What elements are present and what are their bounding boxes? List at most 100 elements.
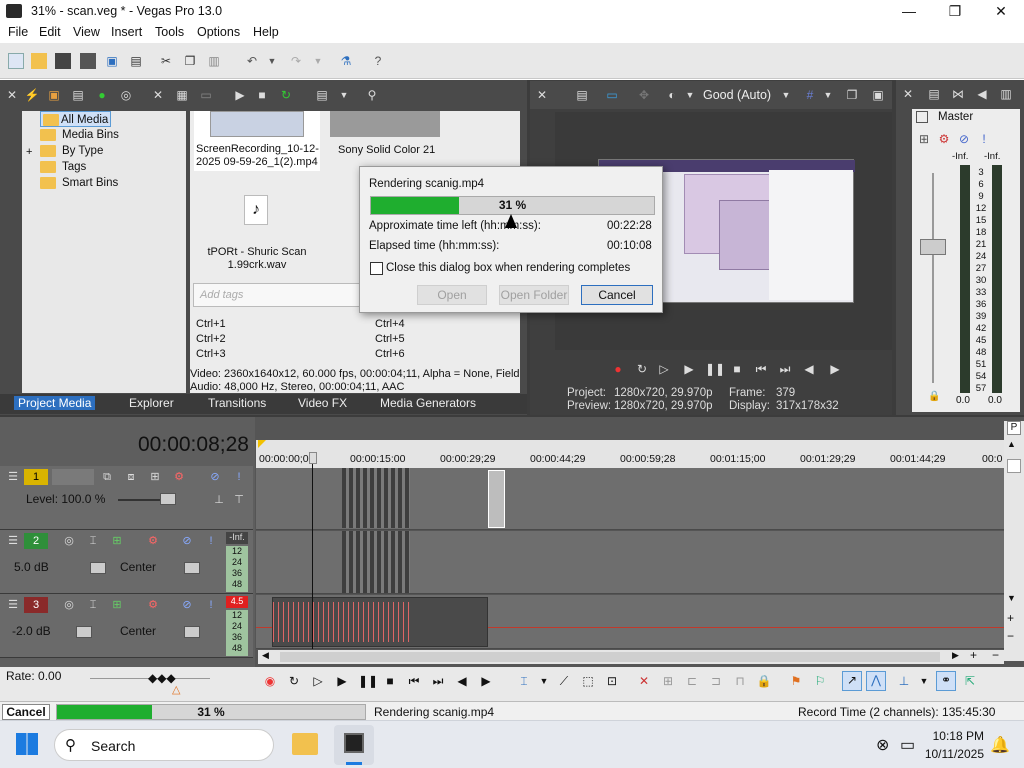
dim-output-icon[interactable]: ◀ bbox=[974, 86, 990, 102]
lock-envelopes-icon[interactable]: ⚭ bbox=[936, 671, 956, 691]
lock-event-icon[interactable]: 🔒 bbox=[756, 673, 772, 689]
paste-icon[interactable]: ▥ bbox=[206, 53, 222, 69]
cut-icon[interactable]: ✂ bbox=[158, 53, 174, 69]
pause-icon[interactable]: ❚❚ bbox=[705, 361, 725, 377]
play-icon[interactable]: ▶ bbox=[681, 361, 697, 377]
maximize-button[interactable]: ❐ bbox=[932, 0, 978, 23]
tree-item-media-bins[interactable]: Media Bins bbox=[40, 127, 119, 143]
timeline-vertical-scrollbar[interactable]: P ▲ ▼ + − bbox=[1004, 421, 1024, 661]
zoom-search-icon[interactable]: ⚲ bbox=[364, 87, 380, 103]
whats-this-help-icon[interactable]: ? bbox=[370, 53, 386, 69]
tab-video-fx[interactable]: Video FX bbox=[298, 396, 347, 410]
views-dropdown-icon[interactable]: ▼ bbox=[336, 87, 352, 103]
h-scroll-thumb[interactable] bbox=[280, 652, 940, 662]
downmix-icon[interactable]: ⋈ bbox=[950, 86, 966, 102]
volume-slider[interactable] bbox=[90, 562, 106, 574]
solo-icon[interactable]: ! bbox=[232, 470, 246, 484]
fx-chain-icon[interactable]: ⚙ bbox=[146, 598, 160, 612]
video-event[interactable] bbox=[342, 468, 410, 528]
display-icon[interactable]: ▭ bbox=[900, 735, 915, 755]
scroll-up-icon[interactable]: ▲ bbox=[1007, 439, 1016, 449]
external-monitor-icon[interactable]: ▭ bbox=[604, 87, 620, 103]
solo-icon[interactable]: ! bbox=[976, 131, 992, 147]
track-fx-icon[interactable]: ⊞ bbox=[148, 470, 162, 484]
go-to-end-icon[interactable]: ⏭ bbox=[430, 673, 446, 689]
fx-chain-icon[interactable]: ⚙ bbox=[146, 534, 160, 548]
track-fx-icon[interactable]: ⊞ bbox=[110, 598, 124, 612]
vegas-taskbar-button[interactable] bbox=[334, 725, 374, 765]
tab-transitions[interactable]: Transitions bbox=[208, 396, 266, 410]
volume-slider[interactable] bbox=[76, 626, 92, 638]
menu-edit[interactable]: Edit bbox=[39, 25, 61, 39]
panel-close-icon[interactable]: ✕ bbox=[4, 87, 20, 103]
track-handle-icon[interactable]: ☰ bbox=[6, 534, 20, 548]
h-zoom-in-icon[interactable]: + bbox=[970, 648, 977, 662]
arm-record-icon[interactable]: ◎ bbox=[62, 534, 76, 548]
pause-icon[interactable]: ❚❚ bbox=[358, 673, 378, 689]
mute-icon[interactable]: ⊘ bbox=[956, 131, 972, 147]
panel-close-icon[interactable]: ✕ bbox=[534, 87, 550, 103]
copy-snapshot-icon[interactable]: ❐ bbox=[844, 87, 860, 103]
redo-dropdown-icon[interactable]: ▼ bbox=[310, 53, 326, 69]
new-project-icon[interactable] bbox=[8, 53, 24, 69]
tree-item-all-media[interactable]: All Media bbox=[40, 111, 112, 127]
pan-slider[interactable] bbox=[184, 562, 200, 574]
stop-media-icon[interactable]: ■ bbox=[254, 87, 270, 103]
expand-track-icon[interactable]: ⊥ bbox=[212, 493, 226, 507]
audio-track-2[interactable]: ☰ 2 ◎ ⌶ ⊞ ⚙ ⊘ ! -Inf. 5.0 dB Center 12 2… bbox=[0, 530, 253, 594]
video-fx-icon[interactable]: ✥ bbox=[636, 87, 652, 103]
record-icon[interactable]: ◉ bbox=[262, 673, 278, 689]
video-track-1[interactable]: ☰ 1 ⧉ ⧈ ⊞ ⚙ ⊘ ! Level: 100.0 % ⊥ ⊤ bbox=[0, 466, 253, 530]
media-item-screenrecording[interactable]: ScreenRecording_10-12-2025 09-59-26_1(2)… bbox=[194, 111, 320, 171]
fx-chain-icon[interactable]: ⚙ bbox=[172, 470, 186, 484]
tab-project-media[interactable]: Project Media bbox=[14, 396, 96, 410]
play-media-icon[interactable]: ▶ bbox=[232, 87, 248, 103]
properties-icon[interactable]: ▤ bbox=[128, 53, 144, 69]
notifications-icon[interactable]: 🔔 bbox=[990, 735, 1010, 755]
lock-icon[interactable]: 🔒 bbox=[928, 391, 940, 402]
go-to-start-icon[interactable]: ⏮ bbox=[753, 361, 769, 377]
previous-frame-icon[interactable]: ◀ bbox=[801, 361, 817, 377]
zoom-out-icon[interactable]: − bbox=[1007, 629, 1014, 643]
track-lane-3[interactable] bbox=[256, 595, 1004, 649]
mixer-options-icon[interactable]: ▥ bbox=[998, 86, 1014, 102]
quality-dropdown-icon[interactable]: ▼ bbox=[778, 87, 794, 103]
loop-icon[interactable]: ↻ bbox=[634, 361, 650, 377]
minimize-button[interactable]: — bbox=[886, 0, 932, 23]
views-icon[interactable]: ▤ bbox=[314, 87, 330, 103]
get-media-web-icon[interactable]: ● bbox=[94, 87, 110, 103]
file-explorer-icon[interactable] bbox=[292, 733, 318, 755]
tree-item-by-type[interactable]: By Type bbox=[40, 143, 103, 159]
zoom-tool-icon[interactable]: ⊡ bbox=[604, 673, 620, 689]
invert-phase-icon[interactable]: ⌶ bbox=[86, 598, 100, 612]
undo-dropdown-icon[interactable]: ▼ bbox=[264, 53, 280, 69]
windows-start-icon[interactable] bbox=[16, 733, 38, 755]
video-event-solid-color[interactable] bbox=[488, 470, 505, 528]
insert-region-icon[interactable]: ⚐ bbox=[812, 673, 828, 689]
mute-icon[interactable]: ⊘ bbox=[180, 534, 194, 548]
play-from-start-icon[interactable]: ▷ bbox=[656, 361, 672, 377]
save-as-icon[interactable] bbox=[80, 53, 96, 69]
media-properties-icon[interactable]: ▭ bbox=[198, 87, 214, 103]
timeline-ruler[interactable]: 00:00:00;00 00:00:15:00 00:00:29;29 00:0… bbox=[256, 440, 1004, 468]
ripple-mode-icon[interactable]: ⊥ bbox=[896, 673, 912, 689]
delete-icon[interactable]: ✕ bbox=[636, 673, 652, 689]
menu-help[interactable]: Help bbox=[253, 25, 279, 39]
master-fx-icon[interactable] bbox=[916, 111, 928, 123]
go-to-end-icon[interactable]: ⏭ bbox=[777, 361, 793, 377]
zoom-in-icon[interactable]: + bbox=[1007, 611, 1014, 625]
loop-marker-icon[interactable] bbox=[258, 440, 266, 448]
network-icon[interactable]: ⊗ bbox=[876, 735, 889, 755]
go-to-start-icon[interactable]: ⏮ bbox=[406, 673, 422, 689]
copy-icon[interactable]: ❐ bbox=[182, 53, 198, 69]
stop-icon[interactable]: ■ bbox=[729, 361, 745, 377]
snapping-icon[interactable]: ⋀ bbox=[866, 671, 886, 691]
envelope-tool-icon[interactable]: ⟋ bbox=[556, 673, 572, 689]
master-fader[interactable] bbox=[920, 239, 946, 255]
redo-icon[interactable]: ↷ bbox=[288, 53, 304, 69]
track-name-field[interactable] bbox=[52, 469, 94, 485]
save-snapshot-icon[interactable]: ▣ bbox=[870, 87, 886, 103]
menu-tools[interactable]: Tools bbox=[155, 25, 184, 39]
insert-marker-icon[interactable]: ⚑ bbox=[788, 673, 804, 689]
close-button[interactable]: ✕ bbox=[978, 0, 1024, 23]
